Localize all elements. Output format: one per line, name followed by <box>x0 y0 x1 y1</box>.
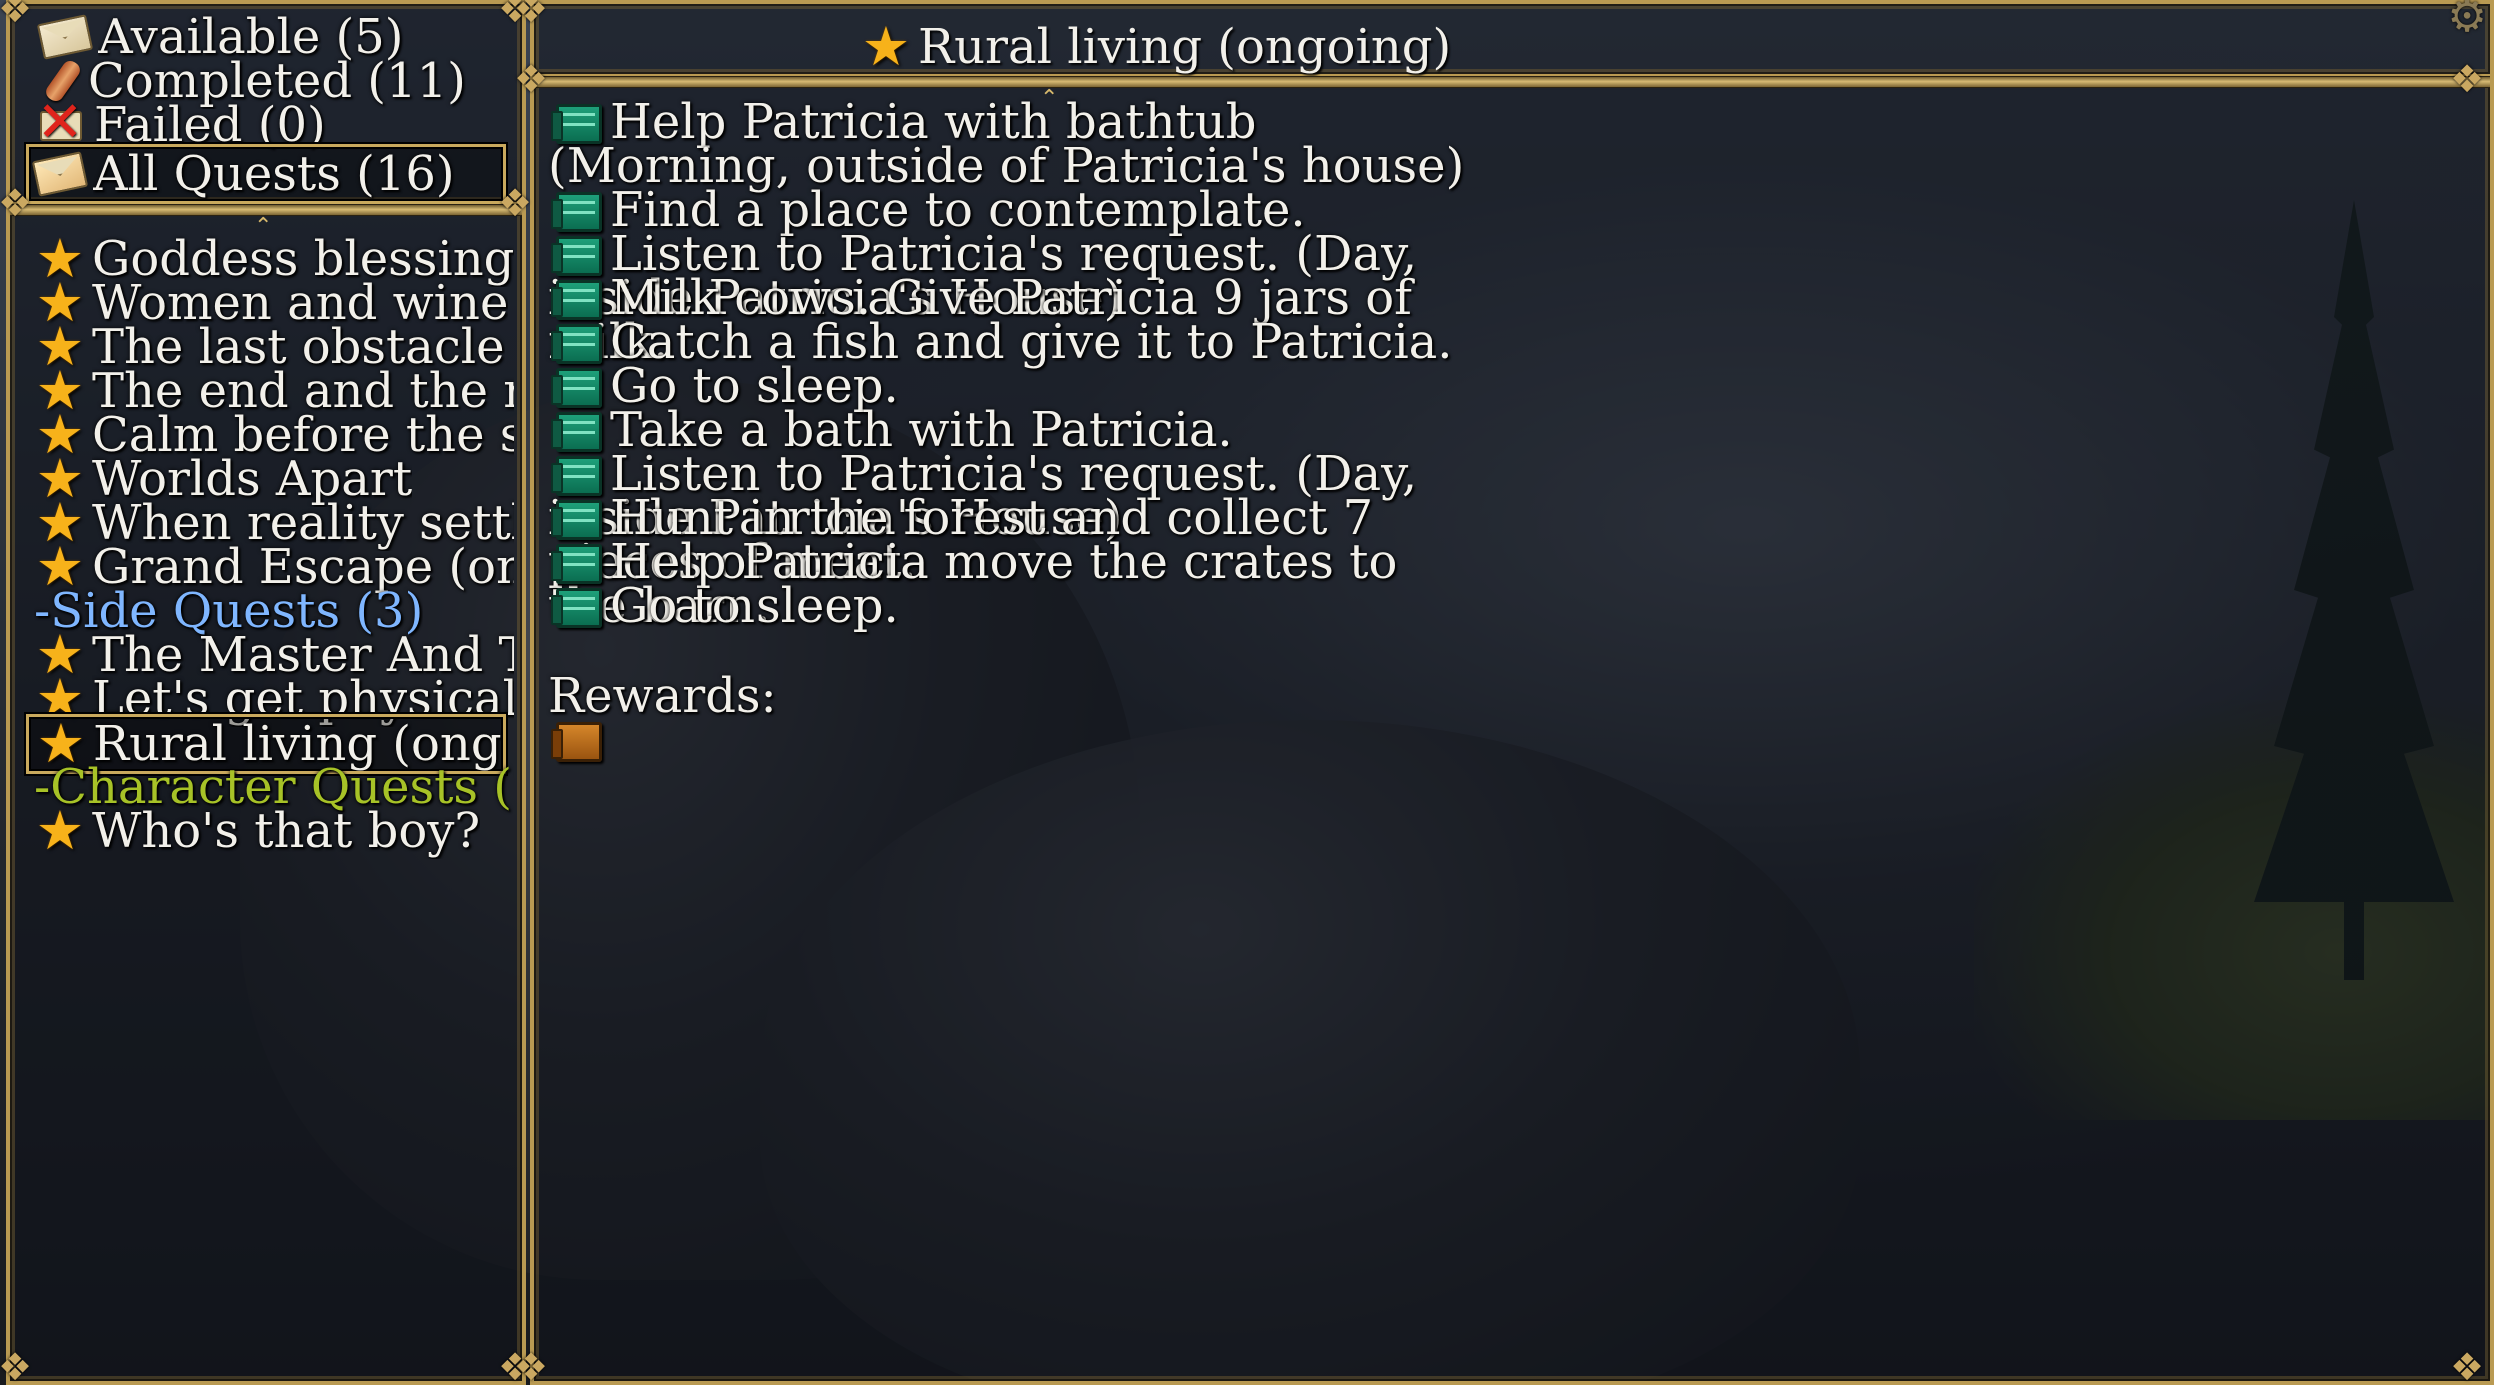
rewards-label: Rewards: <box>548 668 777 724</box>
journal-book-icon <box>551 412 602 452</box>
quest-detail-title: ★ Rural living (ongoing) <box>860 14 1451 80</box>
step-text: Go to sleep. <box>610 578 899 634</box>
ornament-corner-icon: ❖ <box>513 0 549 31</box>
ornament-corner-icon: ❖ <box>0 0 33 31</box>
ornament-corner-icon: ❖ <box>0 181 33 225</box>
journal-book-icon <box>551 324 602 364</box>
quest-list-panel: ⌃ ★ Goddess blessing ★ Women and wine ★ … <box>6 204 526 1385</box>
ornament-corner-icon: ❖ <box>497 181 533 225</box>
journal-book-icon <box>551 192 602 232</box>
quest-step: Go to sleep. <box>548 582 1468 630</box>
star-icon: ★ <box>861 15 911 78</box>
gear-icon[interactable]: ⚙ <box>2444 0 2490 40</box>
journal-book-icon <box>551 544 602 584</box>
filter-all-quests[interactable]: All Quests (16) <box>26 144 506 204</box>
journal-book-icon <box>551 368 602 408</box>
journal-book-icon <box>551 236 602 276</box>
ornament-corner-icon: ❖ <box>2449 1345 2485 1385</box>
ornament-corner-icon: ❖ <box>0 1345 33 1385</box>
journal-book-icon <box>551 280 602 320</box>
quest-step: Help Patricia with bathtub (Morning, out… <box>548 98 1468 190</box>
step-text: Help Patricia with bathtub (Morning, out… <box>548 94 1465 194</box>
panel-divider <box>534 76 2490 88</box>
chest-icon <box>551 722 602 762</box>
ornament-corner-icon: ❖ <box>2449 57 2485 101</box>
quest-item[interactable]: ★ Who's that boy? <box>34 798 514 864</box>
filter-label: All Quests (16) <box>93 146 455 202</box>
ornament-corner-icon: ❖ <box>513 1345 549 1385</box>
quest-detail-header <box>530 0 2494 78</box>
star-icon: ★ <box>35 799 85 862</box>
open-envelope-icon <box>31 151 89 197</box>
journal-book-icon <box>551 500 602 540</box>
quest-title: Who's that boy? <box>92 803 481 859</box>
filter-panel: Available (5) Completed (11) Failed (0) … <box>6 0 526 206</box>
quest-title: Rural living (ongoing) <box>918 19 1452 75</box>
journal-book-icon <box>551 588 602 628</box>
journal-book-icon <box>551 456 602 496</box>
journal-book-icon <box>551 104 602 144</box>
ornament-corner-icon: ❖ <box>513 57 549 101</box>
reward-item[interactable] <box>548 718 1468 762</box>
